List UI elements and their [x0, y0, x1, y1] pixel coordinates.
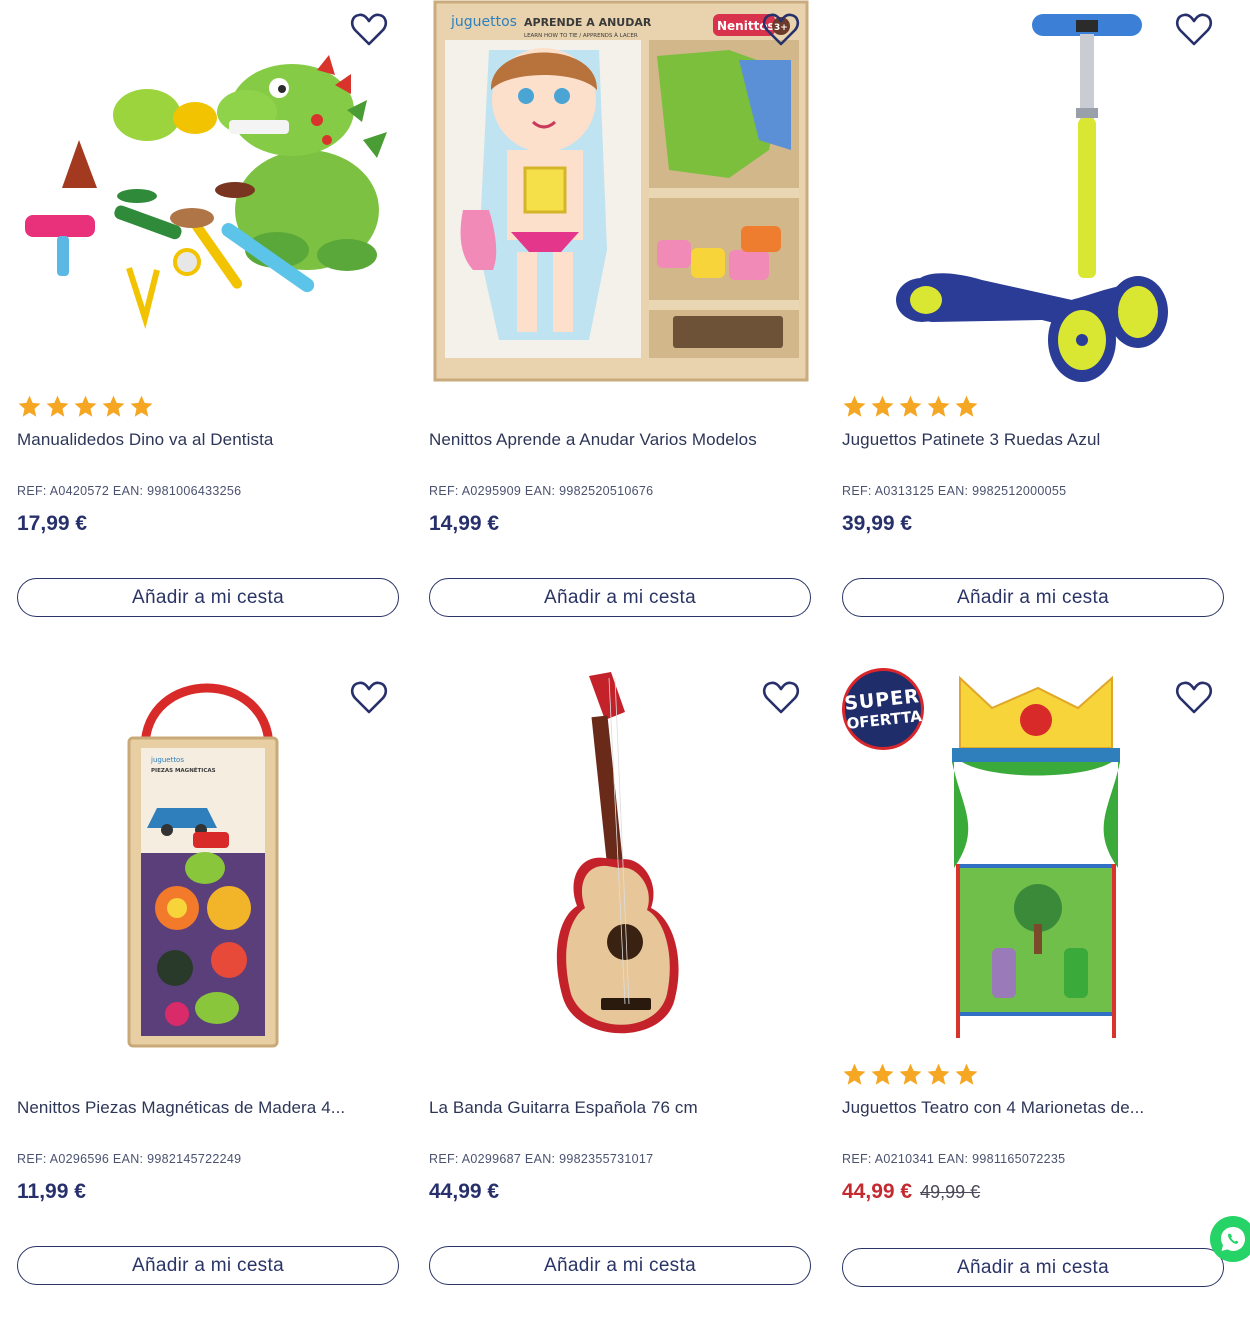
wishlist-heart-icon[interactable]	[1174, 678, 1214, 718]
box-sub: LEARN HOW TO TIE / APPRENDS À LACER	[524, 32, 638, 39]
product-ref: REF: A0299687 EAN: 9982355731017	[429, 1152, 654, 1166]
star-icon	[955, 1063, 978, 1085]
scooter-image	[896, 14, 1168, 382]
wishlist-heart-icon[interactable]	[349, 678, 389, 718]
whatsapp-icon[interactable]	[1210, 1216, 1250, 1262]
price-row: 14,99 €	[429, 512, 499, 536]
star-icon	[46, 395, 69, 417]
product-title[interactable]: Manualidedos Dino va al Dentista	[17, 430, 399, 450]
dino-dentist-image	[25, 55, 387, 329]
price-row: 44,99 € 49,99 €	[842, 1180, 980, 1204]
box-heading: APRENDE A ANUDAR	[524, 16, 652, 29]
star-icon	[955, 395, 978, 417]
star-icon	[843, 395, 866, 417]
product-image[interactable]	[842, 0, 1224, 388]
product-ref: REF: A0295909 EAN: 9982520510676	[429, 484, 654, 498]
rating-stars	[17, 394, 154, 422]
product-price: 11,99 €	[17, 1180, 86, 1203]
product-card: La Banda Guitarra Española 76 cm REF: A0…	[429, 668, 811, 1308]
box-heading: PIEZAS MAGNÉTICAS	[151, 766, 216, 774]
price-row: 17,99 €	[17, 512, 87, 536]
add-to-cart-button[interactable]: Añadir a mi cesta	[17, 578, 399, 617]
star-icon	[843, 1063, 866, 1085]
add-to-cart-button[interactable]: Añadir a mi cesta	[429, 1246, 811, 1285]
add-to-cart-button[interactable]: Añadir a mi cesta	[842, 1248, 1224, 1287]
product-title[interactable]: La Banda Guitarra Española 76 cm	[429, 1098, 811, 1118]
price-row: 44,99 €	[429, 1180, 499, 1204]
product-price: 39,99 €	[842, 512, 913, 535]
product-title[interactable]: Juguettos Teatro con 4 Marionetas de...	[842, 1098, 1224, 1118]
product-price: 44,99 €	[842, 1180, 913, 1203]
price-row: 39,99 €	[842, 512, 912, 536]
star-icon	[871, 395, 894, 417]
product-ref: REF: A0296596 EAN: 9982145722249	[17, 1152, 242, 1166]
star-icon	[18, 395, 41, 417]
product-ref: REF: A0313125 EAN: 9982512000055	[842, 484, 1067, 498]
star-icon	[74, 395, 97, 417]
rating-stars	[842, 1062, 979, 1090]
star-icon	[899, 395, 922, 417]
magnetic-pieces-image: juguettos PIEZAS MAGNÉTICAS	[127, 683, 279, 1048]
product-image[interactable]	[429, 668, 811, 1056]
product-card: Juguettos Patinete 3 Ruedas Azul REF: A0…	[842, 0, 1224, 640]
product-old-price: 49,99 €	[920, 1182, 981, 1202]
add-to-cart-button[interactable]: Añadir a mi cesta	[842, 578, 1224, 617]
product-card: juguettos APRENDE A ANUDAR LEARN HOW TO …	[429, 0, 811, 640]
add-to-cart-button[interactable]: Añadir a mi cesta	[429, 578, 811, 617]
star-icon	[899, 1063, 922, 1085]
product-image[interactable]: juguettos APRENDE A ANUDAR LEARN HOW TO …	[429, 0, 811, 388]
wishlist-heart-icon[interactable]	[1174, 10, 1214, 50]
star-icon	[927, 395, 950, 417]
box-brand: juguettos	[450, 14, 517, 30]
lacing-doll-box-image: juguettos APRENDE A ANUDAR LEARN HOW TO …	[433, 0, 809, 382]
star-icon	[102, 395, 125, 417]
product-price: 44,99 €	[429, 1180, 500, 1203]
wishlist-heart-icon[interactable]	[349, 10, 389, 50]
star-icon	[130, 395, 153, 417]
product-title[interactable]: Juguettos Patinete 3 Ruedas Azul	[842, 430, 1224, 450]
product-ref: REF: A0420572 EAN: 9981006433256	[17, 484, 242, 498]
price-row: 11,99 €	[17, 1180, 86, 1204]
wishlist-heart-icon[interactable]	[761, 10, 801, 50]
product-image[interactable]	[17, 0, 399, 388]
product-grid: Manualidedos Dino va al Dentista REF: A0…	[0, 0, 1250, 1340]
product-title[interactable]: Nenittos Piezas Magnéticas de Madera 4..…	[17, 1098, 399, 1118]
product-title[interactable]: Nenittos Aprende a Anudar Varios Modelos	[429, 430, 811, 450]
product-card: juguettos PIEZAS MAGNÉTICAS Nenittos Pie…	[17, 668, 399, 1308]
product-ref: REF: A0210341 EAN: 9981165072235	[842, 1152, 1066, 1166]
rating-stars	[842, 394, 979, 422]
product-price: 14,99 €	[429, 512, 500, 535]
add-to-cart-button[interactable]: Añadir a mi cesta	[17, 1246, 399, 1285]
product-price: 17,99 €	[17, 512, 88, 535]
product-card: Manualidedos Dino va al Dentista REF: A0…	[17, 0, 399, 640]
guitar-image	[556, 672, 679, 1034]
wishlist-heart-icon[interactable]	[761, 678, 801, 718]
star-icon	[871, 1063, 894, 1085]
product-card: SUPER OFERTTA Juguettos Teatro con 4 Mar…	[837, 663, 1224, 1308]
box-brand: juguettos	[150, 756, 184, 764]
product-image[interactable]: juguettos PIEZAS MAGNÉTICAS	[17, 668, 399, 1056]
star-icon	[927, 1063, 950, 1085]
